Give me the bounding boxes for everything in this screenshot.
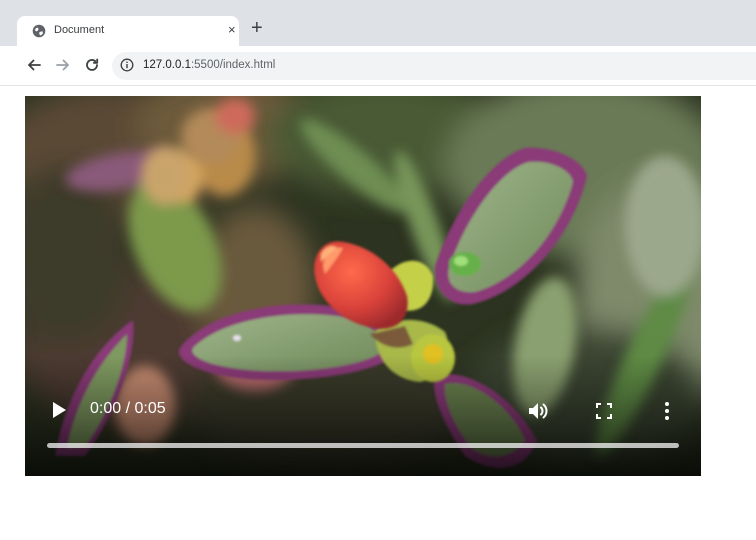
- more-vertical-icon[interactable]: [661, 400, 673, 422]
- new-tab-button[interactable]: +: [251, 18, 263, 38]
- url-path: :5500/index.html: [190, 59, 276, 71]
- arrow-right-icon[interactable]: [54, 56, 72, 74]
- tab-strip: Document × +: [0, 0, 756, 46]
- volume-icon[interactable]: [527, 400, 551, 422]
- progress-bar[interactable]: [47, 443, 679, 448]
- address-bar[interactable]: 127.0.0.1:5500/index.html: [112, 52, 756, 80]
- browser-toolbar: 127.0.0.1:5500/index.html: [0, 46, 756, 86]
- time-display: 0:00 / 0:05: [90, 400, 166, 417]
- tab-document[interactable]: Document ×: [17, 16, 239, 46]
- url-host: 127.0.0.1: [143, 59, 191, 71]
- arrow-left-icon[interactable]: [25, 56, 43, 74]
- video-player[interactable]: 0:00 / 0:05: [25, 96, 701, 476]
- reload-icon[interactable]: [83, 56, 101, 74]
- close-tab-icon[interactable]: ×: [228, 22, 236, 38]
- fullscreen-icon[interactable]: [595, 402, 613, 420]
- info-icon[interactable]: [120, 58, 134, 72]
- play-icon[interactable]: [51, 401, 67, 419]
- globe-icon: [32, 24, 46, 38]
- url-text: 127.0.0.1:5500/index.html: [143, 59, 275, 71]
- tab-title: Document: [54, 24, 105, 36]
